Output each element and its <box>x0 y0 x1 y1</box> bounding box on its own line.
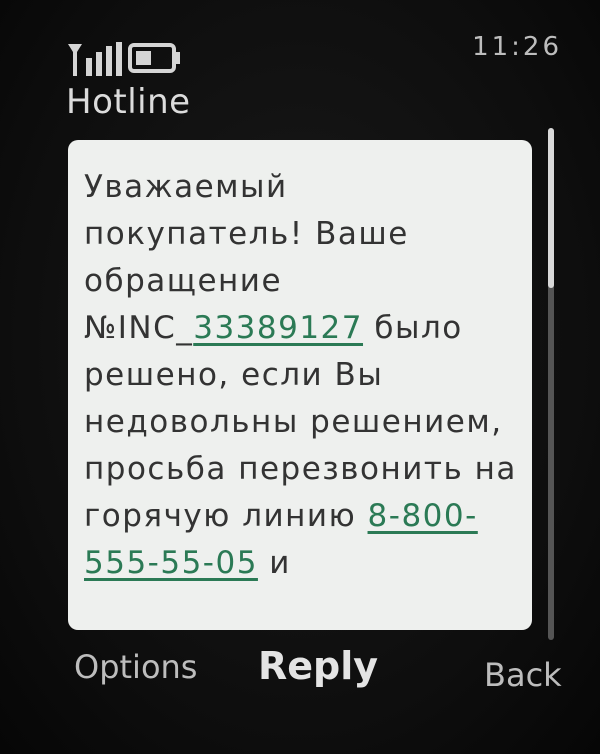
scrollbar[interactable] <box>548 128 554 640</box>
message-bubble: Уважаемый покупатель! Ваше обращение №IN… <box>68 140 532 630</box>
status-time: 11:26 <box>472 32 562 62</box>
signal-strength-icon <box>68 42 122 76</box>
battery-icon <box>128 43 180 73</box>
options-softkey[interactable]: Options <box>74 648 197 686</box>
back-softkey[interactable]: Back <box>484 656 562 694</box>
reply-softkey[interactable]: Reply <box>258 644 378 688</box>
scrollbar-thumb[interactable] <box>548 128 554 288</box>
message-body: Уважаемый покупатель! Ваше обращение №IN… <box>84 164 518 587</box>
phone-screen: 11:26 Hotline Уважаемый покупатель! Ваше… <box>0 0 600 754</box>
incident-number-link[interactable]: 33389127 <box>193 310 363 346</box>
message-text-part-3: и <box>257 545 291 581</box>
conversation-title: Hotline <box>66 82 191 122</box>
